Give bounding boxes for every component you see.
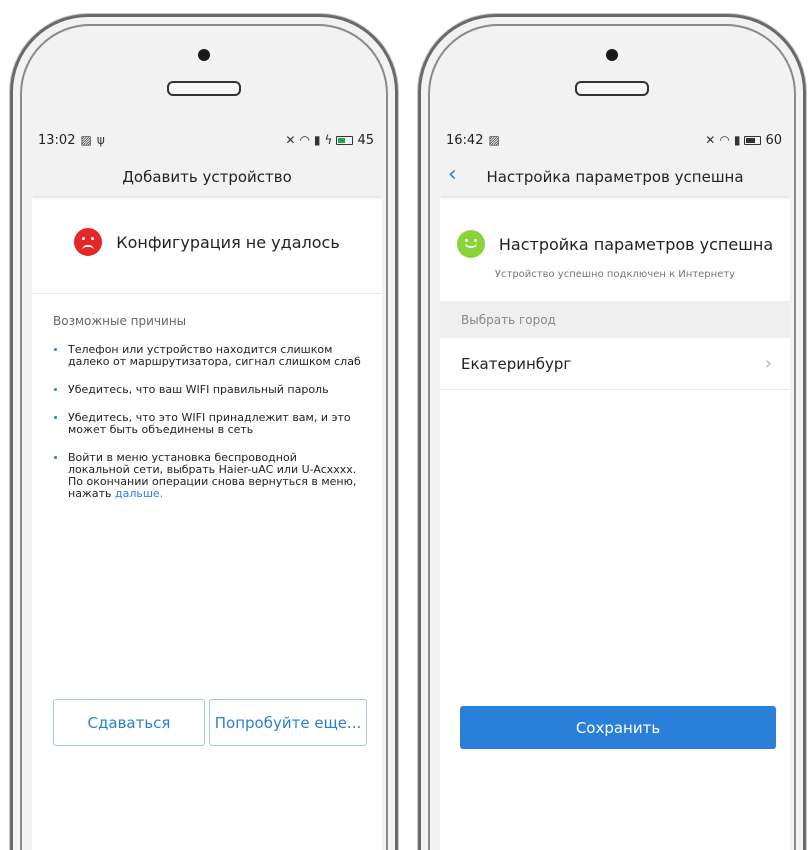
page-title-bar: ‹ Настройка параметров успешна [440,158,790,196]
signal-icon: ▮ [313,133,321,147]
speaker-icon [167,81,241,96]
screen-left: 13:02 ▨ ψ ✕ ◠ ▮ ϟ 45 Добавить устройство [32,122,382,850]
next-link[interactable]: дальше. [115,487,163,500]
chevron-left-icon[interactable]: ‹ [448,163,457,187]
wifi-icon: ◠ [719,133,730,147]
status-time: 16:42 [446,132,484,148]
mute-icon: ✕ [285,133,296,147]
give-up-button[interactable]: Сдаваться [53,699,205,746]
stage: 13:02 ▨ ψ ✕ ◠ ▮ ϟ 45 Добавить устройство [0,0,809,850]
speaker-icon [575,81,649,96]
phone-right: 16:42 ▨ ✕ ◠ ▮ 60 ‹ Настройка параметров … [418,14,806,850]
battery-icon [336,135,354,145]
camera-icon [198,49,210,61]
city-value: Екатеринбург [461,354,572,373]
signal-icon: ▮ [733,133,741,147]
reason-item: Войти в меню установка беспроводной лока… [54,452,362,500]
reason-last-text: Войти в меню установка беспроводной лока… [68,451,357,500]
result-text: Конфигурация не удалось [116,232,340,252]
usb-icon: ψ [96,133,105,147]
mute-icon: ✕ [705,133,716,147]
battery-percent: 60 [765,132,782,148]
page-title: Настройка параметров успешна [486,168,744,186]
status-bar: 16:42 ▨ ✕ ◠ ▮ 60 [440,122,790,158]
page-title: Добавить устройство [122,168,292,186]
status-time: 13:02 [38,132,76,148]
section-header-city: Выбрать город [440,301,790,338]
result-row: Настройка параметров успешна [440,196,790,258]
page-title-bar: Добавить устройство [32,158,382,196]
reason-item: Убедитесь, что это WIFI принадлежит вам,… [54,412,362,436]
action-buttons: Сдаваться Попробуйте еще... [53,699,367,746]
reason-item: Телефон или устройство находится слишком… [54,344,362,368]
battery-percent: 45 [357,132,374,148]
result-text: Настройка параметров успешна [498,234,774,254]
city-select-row[interactable]: Екатеринбург › [440,338,790,390]
image-icon: ▨ [80,133,92,147]
sad-face-icon [74,228,103,256]
screen-right: 16:42 ▨ ✕ ◠ ▮ 60 ‹ Настройка параметров … [440,122,790,850]
chevron-right-icon: › [764,353,772,374]
battery-icon [744,135,762,145]
image-icon: ▨ [488,133,500,147]
camera-icon [606,49,618,61]
reason-item: Убедитесь, что ваш WIFI правильный парол… [54,384,362,396]
save-button[interactable]: Сохранить [460,706,776,749]
result-row: Конфигурация не удалось [32,196,382,256]
charging-icon: ϟ [324,133,333,147]
happy-face-icon [456,230,485,258]
status-bar: 13:02 ▨ ψ ✕ ◠ ▮ ϟ 45 [32,122,382,158]
connection-subtext: Устройство успешно подключен к Интернету [494,269,736,280]
wifi-icon: ◠ [299,133,310,147]
phone-left: 13:02 ▨ ψ ✕ ◠ ▮ ϟ 45 Добавить устройство [10,14,398,850]
reasons-title: Возможные причины [53,314,187,328]
retry-button[interactable]: Попробуйте еще... [209,699,367,746]
reasons-list: Телефон или устройство находится слишком… [32,344,382,500]
